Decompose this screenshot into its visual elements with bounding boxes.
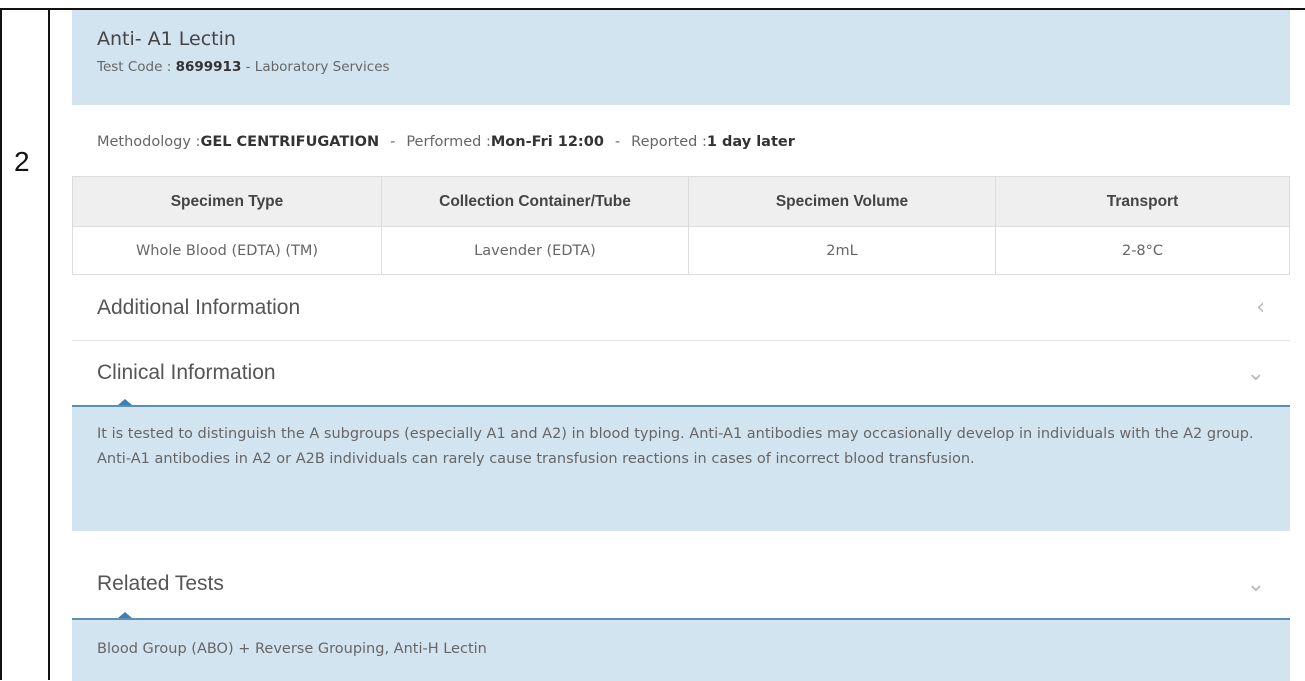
column-header-container: Collection Container/Tube bbox=[381, 176, 689, 227]
test-card: Anti- A1 Lectin Test Code : 8699913 - La… bbox=[72, 10, 1290, 531]
chevron-left-icon: ‹ bbox=[1256, 295, 1265, 320]
related-tests-label: Related Tests bbox=[97, 572, 224, 595]
cell-transport: 2-8°C bbox=[995, 226, 1290, 275]
specimen-table-header-row: Specimen Type Collection Container/Tube … bbox=[72, 176, 1290, 227]
related-tests-panel[interactable]: Blood Group (ABO) + Reverse Grouping, An… bbox=[72, 620, 1290, 681]
meta-separator: - bbox=[390, 133, 396, 150]
column-header-specimen-type: Specimen Type bbox=[72, 176, 382, 227]
test-header: Anti- A1 Lectin Test Code : 8699913 - La… bbox=[72, 10, 1290, 105]
row-number: 2 bbox=[14, 146, 30, 177]
performed-value: Mon-Fri 12:00 bbox=[490, 133, 604, 150]
related-tests-card: Related Tests ⌄ Blood Group (ABO) + Reve… bbox=[72, 550, 1290, 681]
additional-information-toggle[interactable]: Additional Information ‹ bbox=[72, 275, 1290, 341]
test-code-label: Test Code : bbox=[97, 59, 176, 75]
table-column-divider bbox=[48, 10, 50, 680]
related-tests-toggle[interactable]: Related Tests ⌄ bbox=[72, 550, 1290, 620]
reported-value: 1 day later bbox=[706, 133, 795, 150]
test-code-line: Test Code : 8699913 - Laboratory Service… bbox=[97, 59, 1265, 75]
test-meta-line: Methodology : GEL CENTRIFUGATION - Perfo… bbox=[72, 105, 1290, 178]
chevron-down-icon: ⌄ bbox=[1246, 360, 1265, 386]
methodology-value: GEL CENTRIFUGATION bbox=[200, 133, 380, 150]
clinical-information-panel: It is tested to distinguish the A subgro… bbox=[72, 407, 1290, 531]
cell-container: Lavender (EDTA) bbox=[381, 226, 689, 275]
reported-label: Reported : bbox=[631, 133, 707, 150]
table-border-left bbox=[0, 10, 2, 680]
meta-separator: - bbox=[614, 133, 621, 150]
cell-volume: 2mL bbox=[688, 226, 996, 275]
clinical-information-label: Clinical Information bbox=[97, 361, 276, 384]
additional-information-label: Additional Information bbox=[97, 295, 301, 319]
test-code-value: 8699913 bbox=[175, 59, 242, 75]
specimen-table: Specimen Type Collection Container/Tube … bbox=[72, 176, 1290, 275]
test-title[interactable]: Anti- A1 Lectin bbox=[97, 10, 1265, 50]
test-code-suffix: - Laboratory Services bbox=[241, 59, 390, 75]
table-row: Whole Blood (EDTA) (TM) Lavender (EDTA) … bbox=[72, 226, 1290, 275]
chevron-down-icon: ⌄ bbox=[1246, 571, 1265, 597]
methodology-label: Methodology : bbox=[97, 133, 201, 150]
cell-specimen-type: Whole Blood (EDTA) (TM) bbox=[72, 226, 382, 275]
column-header-transport: Transport bbox=[995, 176, 1290, 227]
document-frame: 2 Anti- A1 Lectin Test Code : 8699913 - … bbox=[0, 0, 1305, 681]
column-header-volume: Specimen Volume bbox=[688, 176, 996, 227]
clinical-information-toggle[interactable]: Clinical Information ⌄ bbox=[72, 341, 1290, 407]
performed-label: Performed : bbox=[406, 133, 491, 150]
